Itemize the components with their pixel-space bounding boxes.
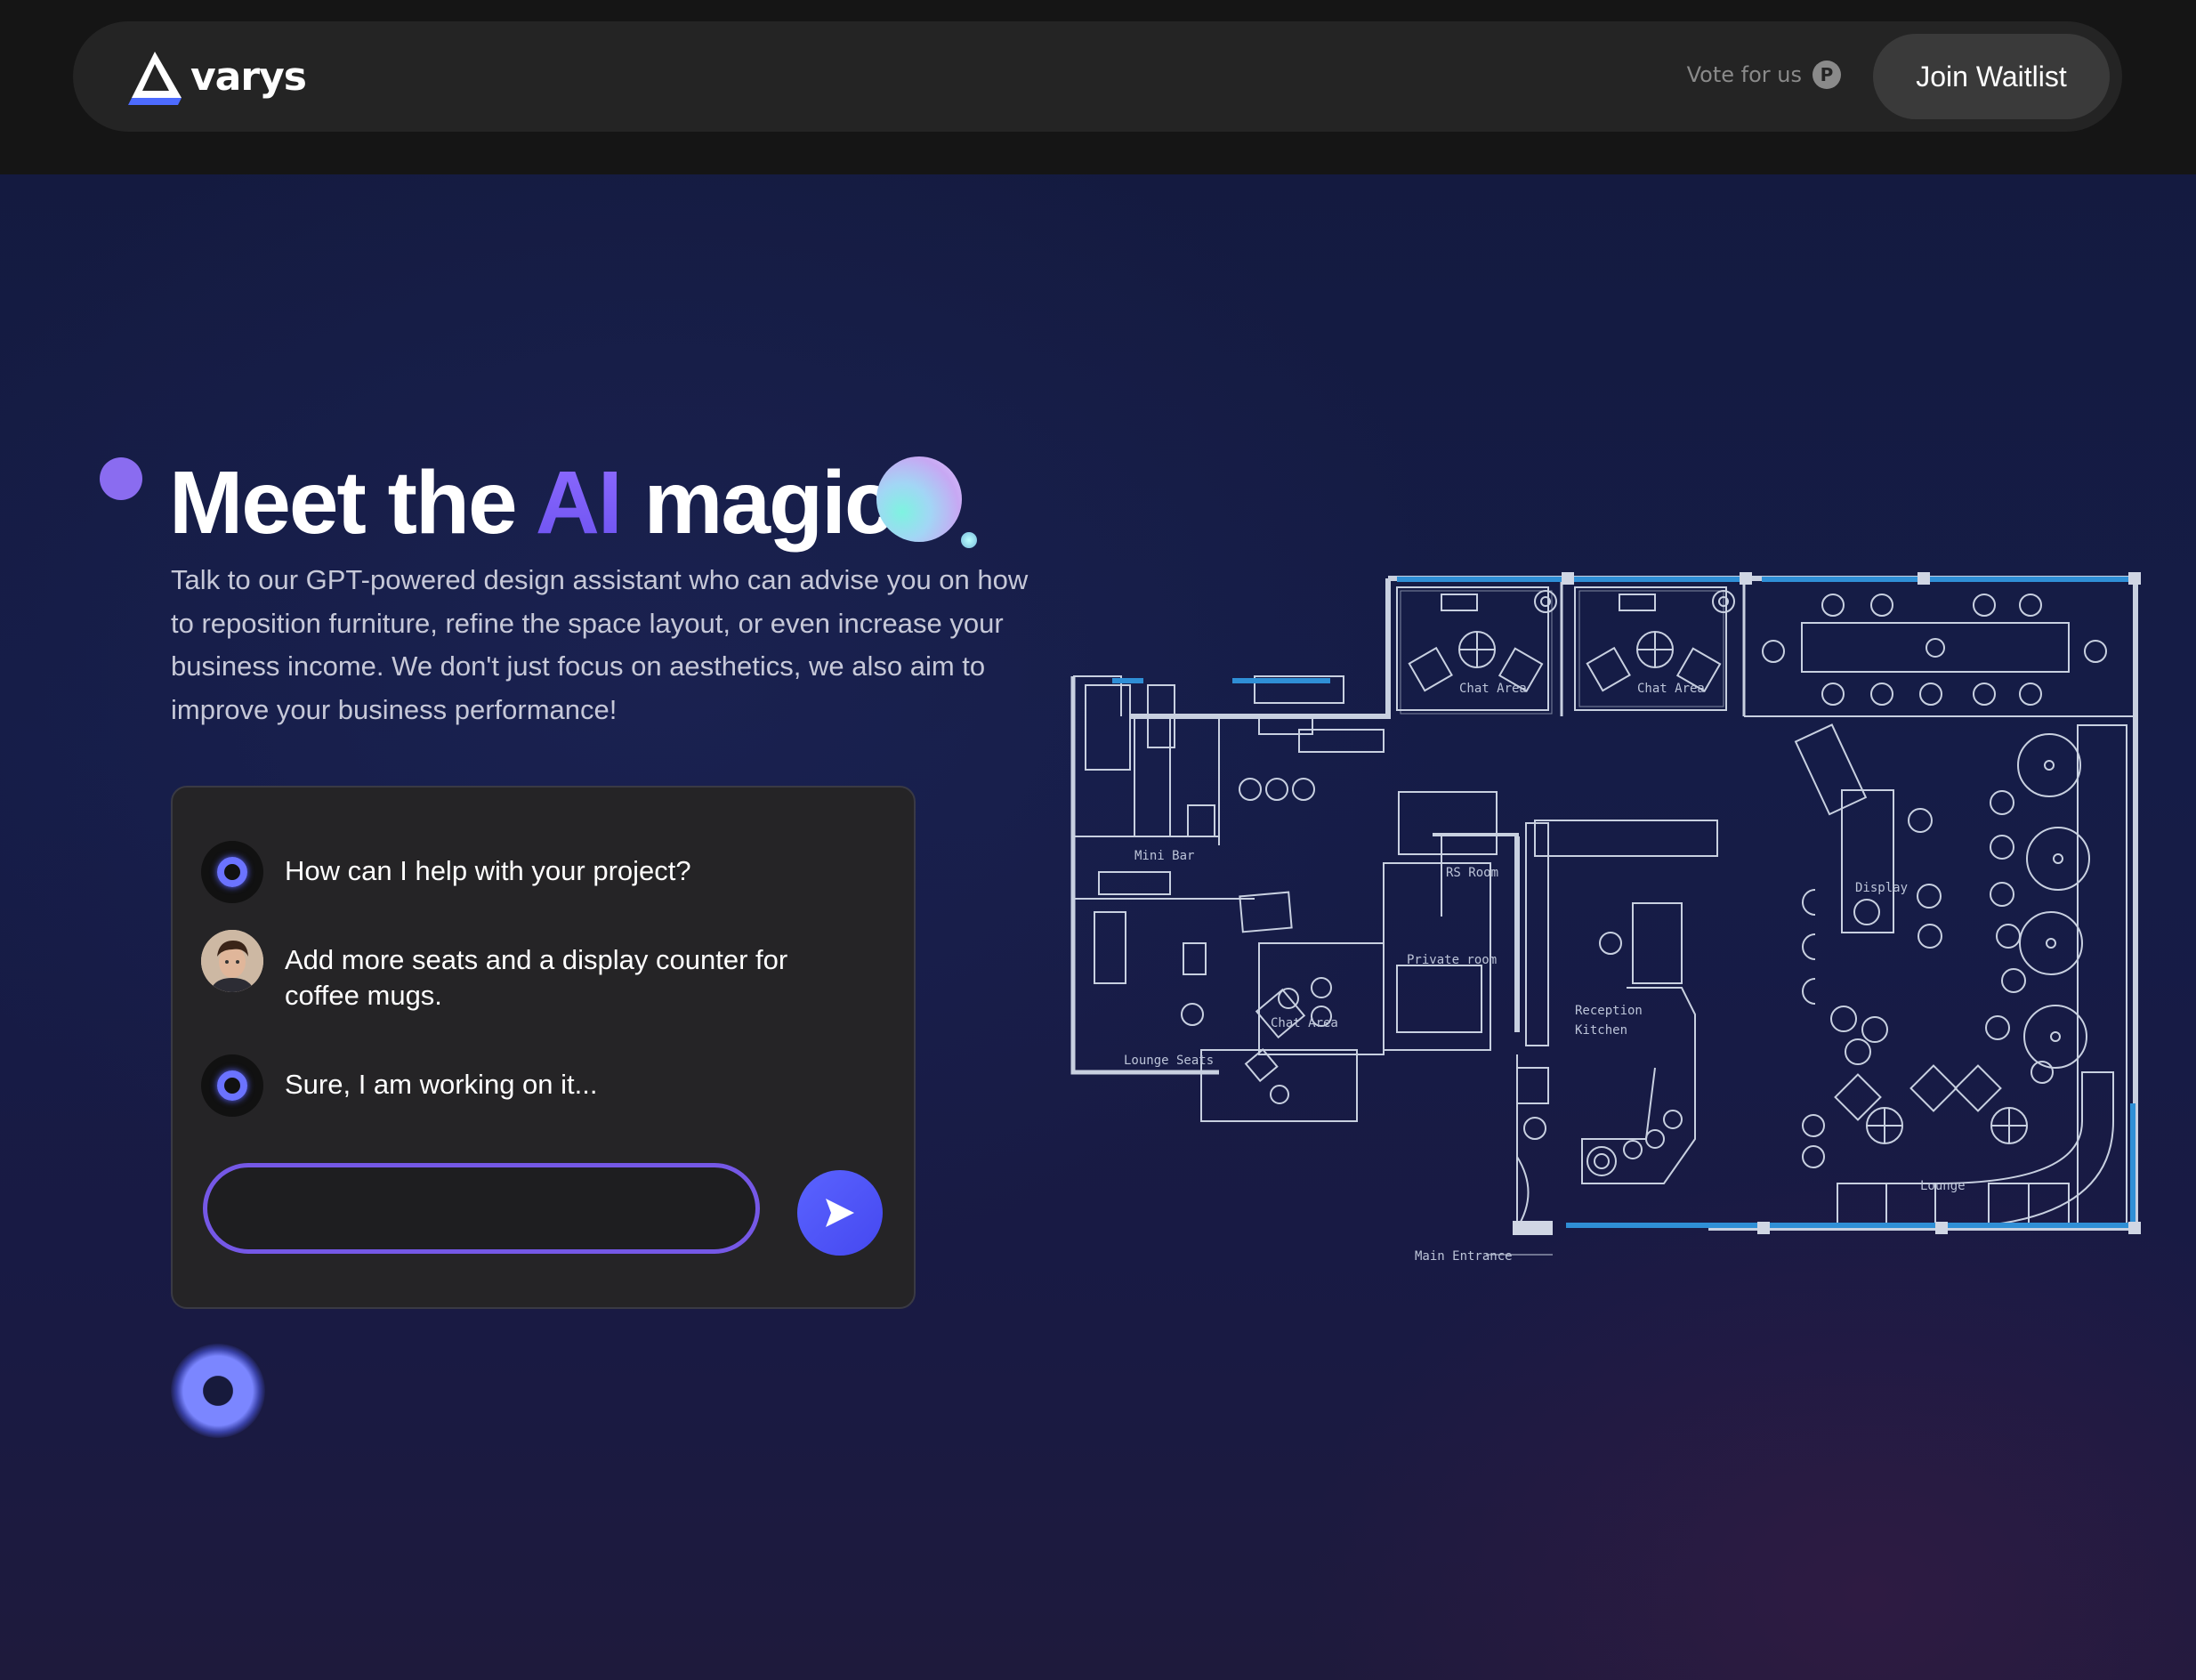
- label-chat-area: Chat Area: [1271, 1016, 1338, 1030]
- join-waitlist-button[interactable]: Join Waitlist: [1873, 34, 2110, 119]
- message-text: Add more seats and a display counter for…: [285, 944, 788, 1011]
- product-hunt-icon: P: [1813, 61, 1841, 89]
- chat-panel: How can I help with your project? Add mo…: [171, 786, 916, 1309]
- chat-input[interactable]: [203, 1163, 760, 1254]
- assistant-avatar-icon: [201, 841, 263, 903]
- label-lounge: Lounge: [1920, 1179, 1966, 1193]
- user-avatar: [201, 930, 263, 992]
- navbar: varys Vote for us P Join Waitlist: [73, 21, 2122, 132]
- hero-description: Talk to our GPT-powered design assistant…: [171, 564, 1029, 725]
- chat-message-assistant: Sure, I am working on it...: [201, 1054, 828, 1117]
- vote-for-us-link[interactable]: Vote for us P: [1687, 61, 1841, 89]
- message-text: Sure, I am working on it...: [285, 1069, 598, 1100]
- assistant-avatar-icon: [201, 1054, 263, 1117]
- label-main-entrance: Main Entrance: [1415, 1249, 1513, 1264]
- label-kitchen: Kitchen: [1575, 1023, 1627, 1038]
- small-orb-icon: [961, 532, 977, 548]
- message-text: How can I help with your project?: [285, 855, 691, 886]
- triangle-logo-icon: [128, 52, 182, 105]
- logo[interactable]: varys: [128, 48, 307, 105]
- label-reception: Reception: [1575, 1004, 1643, 1018]
- send-arrow-icon: [826, 1199, 854, 1227]
- gradient-orb-icon: [876, 456, 962, 542]
- chat-message-user: Add more seats and a display counter for…: [201, 930, 828, 1014]
- vote-label: Vote for us: [1686, 62, 1802, 87]
- hero-headline: Meet the AI magic: [169, 445, 894, 561]
- send-button[interactable]: [797, 1170, 883, 1256]
- chat-message-assistant: How can I help with your project?: [201, 841, 828, 903]
- label-private-room: Private room: [1407, 953, 1497, 967]
- label-chat-area: Chat Area: [1637, 682, 1705, 696]
- label-mini-bar: Mini Bar: [1134, 849, 1194, 863]
- headline-accent: AI: [535, 453, 623, 553]
- floor-plan-image: Chat Area Chat Area Chat Area Mini Bar R…: [1070, 572, 2141, 1264]
- headline-part1: Meet the: [169, 453, 518, 553]
- decorative-dot: [100, 457, 142, 500]
- brand-name: varys: [190, 53, 307, 100]
- label-lounge-seats: Lounge Seats: [1124, 1054, 1214, 1068]
- label-chat-area: Chat Area: [1459, 682, 1527, 696]
- label-display: Display: [1855, 881, 1908, 895]
- label-rs-room: RS Room: [1446, 866, 1498, 880]
- headline-part2: magic: [643, 453, 894, 553]
- assistant-ring-icon[interactable]: [171, 1344, 265, 1438]
